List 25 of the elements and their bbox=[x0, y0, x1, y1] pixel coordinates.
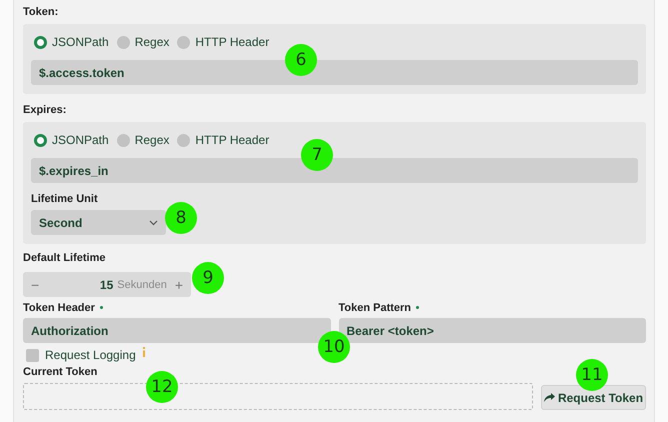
unit-dropdown[interactable]: Second bbox=[31, 210, 166, 235]
section-label: Token: bbox=[23, 6, 60, 18]
stepper-value: 15 bbox=[100, 278, 114, 292]
radio-option[interactable]: Regex bbox=[116, 35, 170, 49]
radio-option[interactable]: JSONPath bbox=[34, 133, 109, 147]
callout-badge: 12 bbox=[146, 371, 178, 403]
field-label: Current Token bbox=[23, 366, 98, 378]
unit-label: Sekunden bbox=[117, 278, 167, 290]
share-arrow-icon bbox=[544, 393, 555, 402]
callout-badge: 11 bbox=[576, 359, 608, 391]
chevron-down-icon bbox=[149, 220, 158, 226]
radio-option[interactable]: HTTP Header bbox=[177, 35, 270, 49]
checkbox[interactable] bbox=[26, 348, 39, 362]
field-label: Token Pattern bbox=[338, 302, 412, 314]
checkbox-label: Request Logging bbox=[45, 348, 136, 362]
field-label: Lifetime Unit bbox=[31, 193, 99, 205]
callout-badge: 9 bbox=[192, 262, 224, 294]
section-label: Expires: bbox=[23, 104, 68, 116]
radio-option[interactable]: JSONPath bbox=[34, 35, 109, 49]
radio-option[interactable]: HTTP Header bbox=[177, 133, 270, 147]
field-label: Default Lifetime bbox=[23, 252, 107, 264]
request-token-button[interactable]: Request Token bbox=[541, 385, 646, 410]
radio-option[interactable]: Regex bbox=[116, 133, 170, 147]
info-icon[interactable] bbox=[142, 347, 146, 357]
field-label: Token Header bbox=[23, 302, 95, 314]
